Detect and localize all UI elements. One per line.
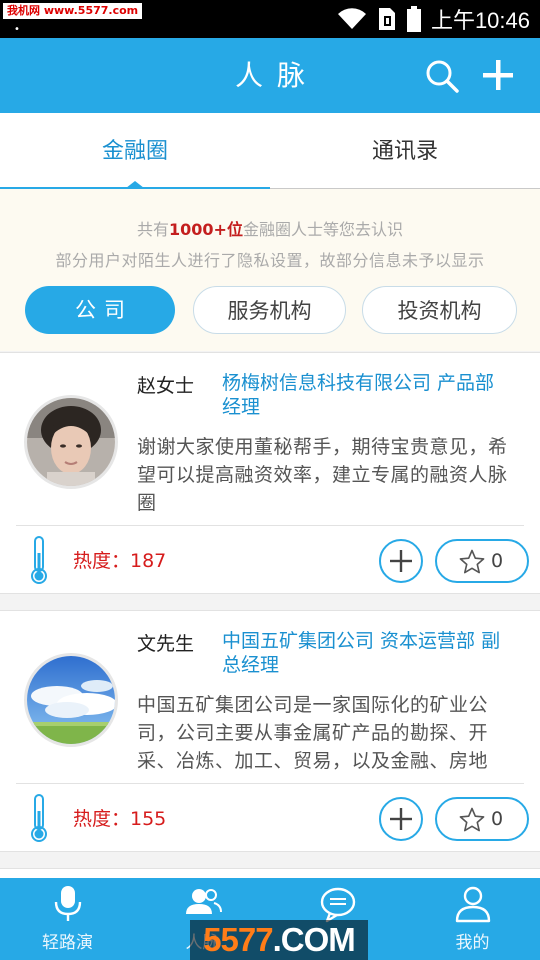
watermark-logo: 5577.COM — [190, 920, 368, 960]
status-icons: 上午10:46 — [337, 4, 530, 34]
member-count-text: 共有1000+位金融圈人士等您去认识 — [0, 216, 540, 240]
favorite-button[interactable]: 0 — [435, 539, 529, 583]
contact-company[interactable]: 中国五矿集团公司 资本运营部 副总经理 — [222, 629, 517, 677]
tab-bar: 金融圈 通讯录 — [0, 113, 540, 189]
thermometer-icon — [31, 794, 47, 842]
nav-label: 我的 — [455, 933, 490, 953]
avatar-photo — [27, 398, 115, 486]
heat-value: 热度：155 — [73, 808, 167, 830]
contact-name: 文先生 — [137, 633, 195, 655]
person-icon — [455, 886, 491, 923]
contact-description: 谢谢大家使用董秘帮手，期待宝贵意见，希望可以提高融资效率，建立专属的融资人脉圈 — [137, 436, 508, 514]
status-bar: 我机网 www.5577.com • 上午10:46 — [0, 0, 540, 38]
divider — [16, 525, 524, 526]
add-contact-button[interactable] — [379, 797, 423, 841]
contact-card[interactable]: 文先生 中国五矿集团公司 资本运营部 副总经理 中国五矿集团公司是一家国际化的矿… — [0, 610, 540, 852]
contact-company[interactable]: 杨梅树信息科技有限公司 产品部 经理 — [222, 371, 517, 419]
avatar[interactable] — [24, 653, 118, 747]
divider — [16, 783, 524, 784]
member-count-suffix: 金融圈人士等您去认识 — [242, 220, 403, 239]
nav-me[interactable]: 我的 — [405, 878, 540, 960]
nav-label: 轻路演 — [42, 933, 93, 953]
member-count-highlight: 1000+位 — [169, 220, 243, 239]
app-bar: 人脉 — [0, 38, 540, 113]
chat-icon — [320, 887, 356, 923]
star-icon — [459, 807, 485, 832]
favorite-count: 0 — [491, 808, 504, 830]
watermark-label: 我机网 www.5577.com — [3, 3, 143, 19]
watermark-number: 5577 — [203, 921, 273, 958]
sim-icon — [378, 8, 395, 30]
filter-investor-button[interactable]: 投资机构 — [362, 286, 517, 334]
microphone-icon — [54, 886, 82, 921]
battery-icon — [406, 6, 421, 32]
add-icon[interactable] — [480, 56, 516, 94]
search-icon[interactable] — [424, 58, 460, 94]
contact-name: 赵女士 — [137, 375, 195, 397]
contact-description: 中国五矿集团公司是一家国际化的矿业公司，公司主要从事金属矿产品的勘探、开采、冶炼… — [137, 694, 489, 772]
favorite-button[interactable]: 0 — [435, 797, 529, 841]
contact-card[interactable]: 赵女士 杨梅树信息科技有限公司 产品部 经理 谢谢大家使用董秘帮手，期待宝贵意见… — [0, 352, 540, 594]
wifi-icon — [337, 8, 366, 29]
tab-contacts[interactable]: 通讯录 — [270, 113, 540, 188]
heat-value: 热度：187 — [73, 550, 167, 572]
active-tab-notch — [126, 181, 144, 188]
privacy-notice: 部分用户对陌生人进行了隐私设置，故部分信息未予以显示 — [55, 251, 485, 270]
status-time: 上午10:46 — [430, 8, 530, 33]
nav-roadshow[interactable]: 轻路演 — [0, 878, 135, 960]
tab-finance-circle[interactable]: 金融圈 — [0, 113, 270, 188]
avatar-photo — [27, 656, 115, 744]
member-count-prefix: 共有 — [137, 220, 170, 239]
filter-service-org-button[interactable]: 服务机构 — [193, 286, 346, 334]
thermometer-icon — [31, 536, 47, 584]
favorite-count: 0 — [491, 550, 504, 572]
add-contact-button[interactable] — [379, 539, 423, 583]
contacts-icon — [186, 889, 222, 914]
filter-company-button[interactable]: 公司 — [25, 286, 175, 334]
status-dot: • — [14, 24, 20, 35]
star-icon — [459, 549, 485, 574]
info-panel: 共有1000+位金融圈人士等您去认识 部分用户对陌生人进行了隐私设置，故部分信息… — [0, 189, 540, 351]
watermark-suffix: .COM — [272, 921, 356, 958]
avatar[interactable] — [24, 395, 118, 489]
